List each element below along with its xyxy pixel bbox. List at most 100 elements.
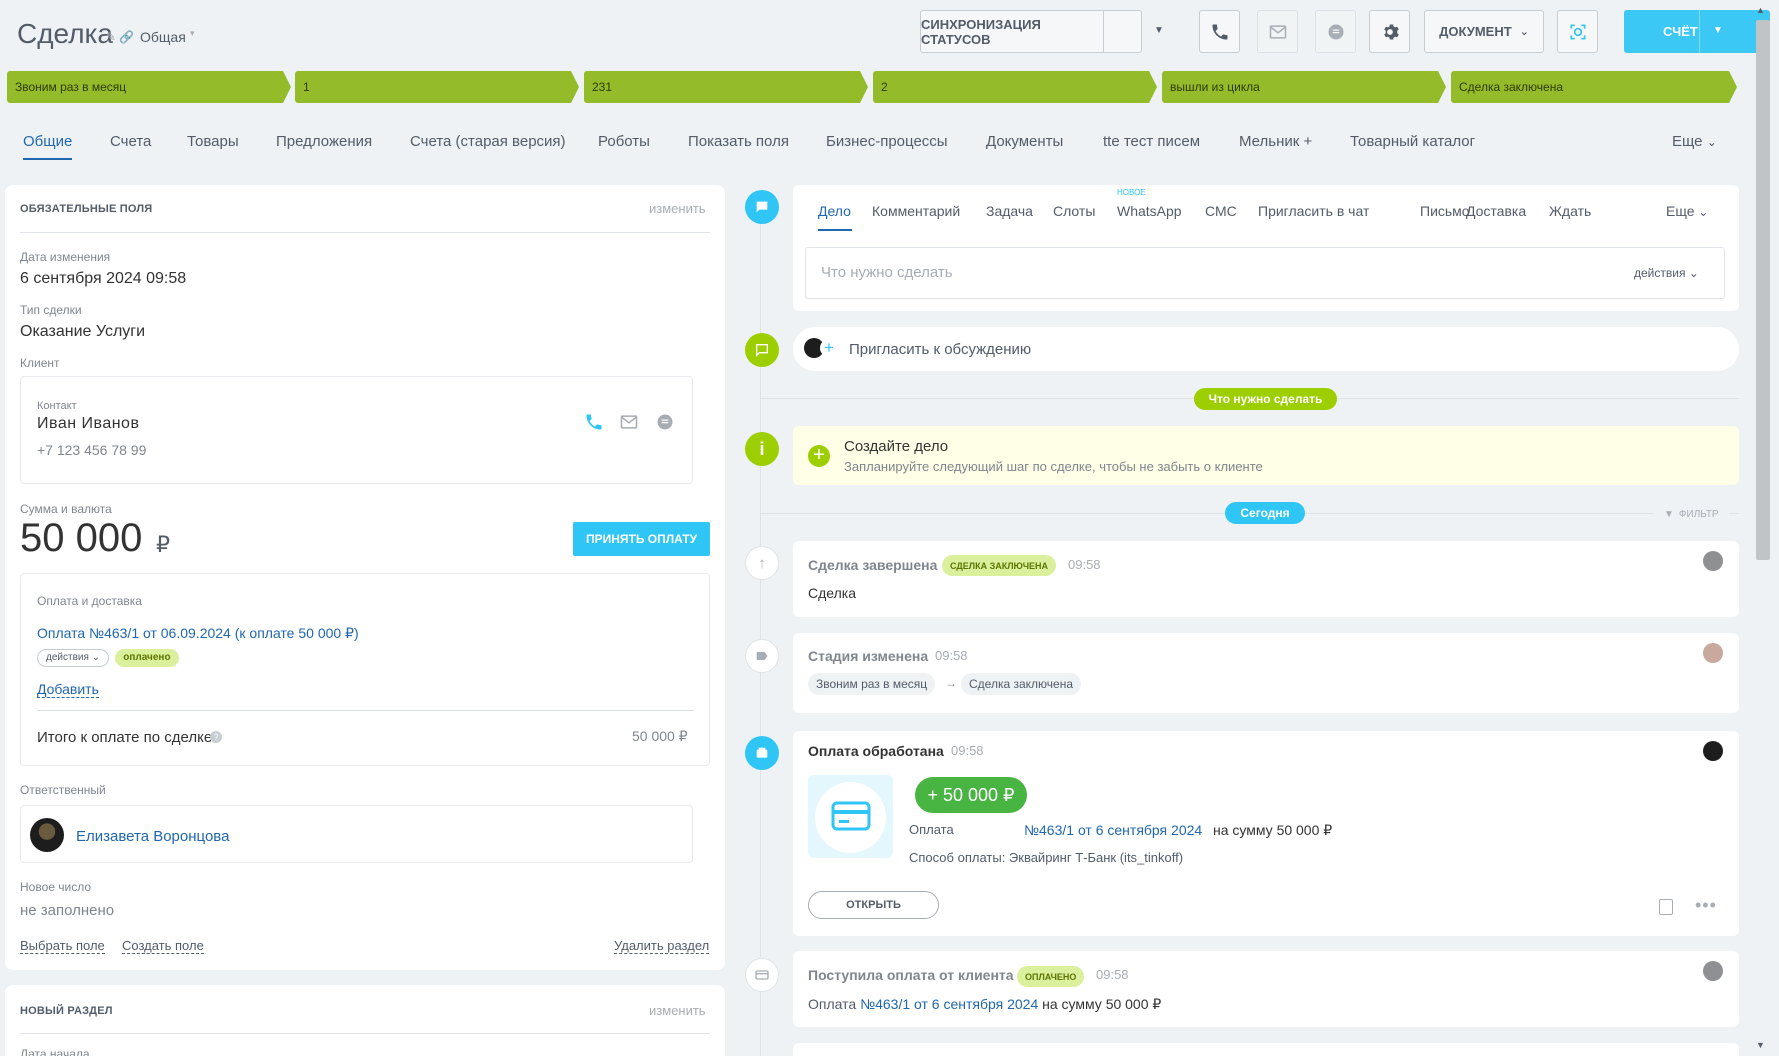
activity-tab-delivery[interactable]: Доставка xyxy=(1466,203,1526,219)
activity-more-label: Еще xyxy=(1666,203,1695,219)
stage-label: 1 xyxy=(303,80,310,94)
payment-suffix: на сумму xyxy=(1042,996,1102,1012)
gear-icon xyxy=(1383,24,1399,39)
envelope-icon[interactable] xyxy=(618,412,640,432)
chevron-down-icon[interactable]: ▼ xyxy=(1713,25,1723,36)
scroll-up-arrow[interactable]: ▲ xyxy=(1756,5,1765,15)
responsible-label: Ответственный xyxy=(20,783,106,797)
accept-payment-label: ПРИНЯТЬ ОПЛАТУ xyxy=(585,532,698,546)
activity-tab-sms[interactable]: СМС xyxy=(1205,203,1237,219)
open-payment-button[interactable]: ОТКРЫТЬ xyxy=(808,891,939,919)
stage-2[interactable]: 1 xyxy=(295,71,579,103)
settings-button[interactable] xyxy=(1369,10,1410,53)
tab-general[interactable]: Общие xyxy=(23,133,72,150)
currency: ₽ xyxy=(156,532,170,557)
responsible-name[interactable]: Елизавета Воронцова xyxy=(76,828,229,845)
add-payment-link[interactable]: Добавить xyxy=(37,681,99,698)
info-icon: i xyxy=(745,432,779,466)
payment-currency: ₽ xyxy=(1323,822,1333,838)
contact-name[interactable]: Иван Иванов xyxy=(37,415,139,433)
tab-offers[interactable]: Предложения xyxy=(276,133,372,150)
edit-section-link[interactable]: изменить xyxy=(649,201,706,216)
add-task-icon[interactable]: + xyxy=(808,445,830,467)
plus-icon[interactable]: + xyxy=(820,339,838,357)
tab-melnik[interactable]: Мельник + xyxy=(1239,133,1312,150)
sync-statuses-label: СИНХРОНИЗАЦИЯ СТАТУСОВ xyxy=(921,16,1041,47)
activity-tab-email[interactable]: Письмо xyxy=(1420,203,1470,219)
note-icon[interactable] xyxy=(1659,899,1673,915)
help-icon[interactable]: ? xyxy=(210,731,222,743)
activity-tab-todo[interactable]: Задача xyxy=(986,203,1033,219)
active-tab-indicator xyxy=(23,158,72,160)
phone-icon[interactable] xyxy=(584,412,604,432)
tab-show-fields[interactable]: Показать поля xyxy=(688,133,789,150)
stage-5[interactable]: вышли из цикла xyxy=(1162,71,1446,103)
activity-tab-wait[interactable]: Ждать xyxy=(1549,203,1591,219)
activity-more[interactable]: Еще ⌄ xyxy=(1666,203,1708,219)
scroll-down-arrow[interactable]: ▼ xyxy=(1756,1040,1765,1050)
document-label: ДОКУМЕНТ xyxy=(1439,24,1512,39)
sync-statuses-button[interactable]: СИНХРОНИЗАЦИЯ СТАТУСОВ xyxy=(920,10,1142,53)
new-badge: НОВОЕ xyxy=(1117,188,1146,197)
activity-tab-invite-chat[interactable]: Пригласить в чат xyxy=(1258,203,1369,219)
stage-4[interactable]: 2 xyxy=(873,71,1157,103)
payment-link[interactable]: №463/1 от 6 сентября 2024 xyxy=(860,996,1038,1012)
event-body[interactable]: Сделка xyxy=(808,585,856,601)
new-number-value[interactable]: не заполнено xyxy=(20,902,114,919)
tab-business-processes[interactable]: Бизнес-процессы xyxy=(826,133,948,150)
category-selector[interactable]: Общая xyxy=(140,29,186,45)
actions-dropdown[interactable]: действия ⌄ xyxy=(37,648,110,667)
qr-scan-button[interactable] xyxy=(1557,10,1598,53)
chat-button[interactable] xyxy=(1315,10,1356,53)
event-payment-received xyxy=(793,951,1739,1027)
chevron-down-icon: ▾ xyxy=(190,28,195,38)
todo-actions-dropdown[interactable]: действия ⌄ xyxy=(1634,266,1699,280)
chevron-down-icon[interactable]: ▼ xyxy=(1154,25,1164,36)
todo-section-badge: Что нужно сделать xyxy=(1194,388,1337,410)
avatar xyxy=(1703,643,1723,663)
call-button[interactable] xyxy=(1199,10,1240,53)
filter-button[interactable]: ▼ ФИЛЬТР xyxy=(1654,504,1729,524)
activity-tab-whatsapp[interactable]: WhatsApp xyxy=(1117,203,1182,219)
more-icon[interactable]: ••• xyxy=(1695,895,1717,916)
tab-documents[interactable]: Документы xyxy=(986,133,1063,150)
accept-payment-button[interactable]: ПРИНЯТЬ ОПЛАТУ xyxy=(573,522,710,556)
contact-phone[interactable]: +7 123 456 78 99 xyxy=(37,442,146,458)
activity-tab-slots[interactable]: Слоты xyxy=(1053,203,1095,219)
stage-1[interactable]: Звоним раз в месяц xyxy=(7,71,291,103)
avatar xyxy=(1703,961,1723,981)
email-button[interactable] xyxy=(1257,10,1298,53)
activity-tab-comment[interactable]: Комментарий xyxy=(872,203,960,219)
client-label: Клиент xyxy=(20,356,60,370)
scrollbar[interactable] xyxy=(1756,20,1770,560)
tab-robots[interactable]: Роботы xyxy=(598,133,650,150)
payment-link[interactable]: №463/1 от 6 сентября 2024 xyxy=(1024,822,1202,838)
create-field-link[interactable]: Создать поле xyxy=(122,938,204,954)
event-next xyxy=(793,1043,1739,1056)
activity-tab-task[interactable]: Дело xyxy=(818,203,851,219)
tab-product-catalog[interactable]: Товарный каталог xyxy=(1350,133,1475,150)
date-value: 6 сентября 2024 09:58 xyxy=(20,270,187,287)
choose-field-link[interactable]: Выбрать поле xyxy=(20,938,105,954)
divider xyxy=(20,1033,710,1034)
invite-label[interactable]: Пригласить к обсуждению xyxy=(849,341,1031,358)
section-title: ОБЯЗАТЕЛЬНЫЕ ПОЛЯ xyxy=(20,203,153,215)
new-number-label: Новое число xyxy=(20,880,92,894)
document-button[interactable]: ДОКУМЕНТ ⌄ xyxy=(1424,10,1544,53)
tabs-more[interactable]: Еще ⌄ xyxy=(1672,133,1717,150)
invoice-button[interactable]: СЧЁТ xyxy=(1624,10,1770,53)
tab-products[interactable]: Товары xyxy=(187,133,239,150)
type-value[interactable]: Оказание Услуги xyxy=(20,323,145,341)
edit-new-section-link[interactable]: изменить xyxy=(649,1003,706,1018)
discussion-dot xyxy=(745,333,779,367)
tab-email-test[interactable]: tte тест писем xyxy=(1103,133,1200,150)
payment-link[interactable]: Оплата №463/1 от 06.09.2024 (к оплате 50… xyxy=(37,625,359,642)
stage-6[interactable]: Сделка заключена xyxy=(1451,71,1737,103)
divider xyxy=(1699,10,1700,53)
edit-title-icon[interactable]: ✎ 🔗 xyxy=(106,30,134,44)
delete-section-link[interactable]: Удалить раздел xyxy=(614,938,710,954)
stage-3[interactable]: 231 xyxy=(584,71,868,103)
chat-icon[interactable] xyxy=(655,412,675,432)
tab-invoices[interactable]: Счета xyxy=(110,133,151,150)
tab-old-invoices[interactable]: Счета (старая версия) xyxy=(410,133,566,150)
